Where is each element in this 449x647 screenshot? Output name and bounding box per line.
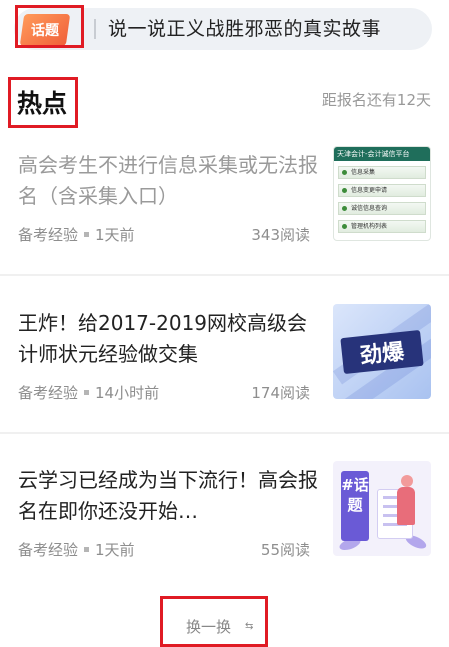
article-headline[interactable]: 高会考生不进行信息采集或无法报名（含采集入口） <box>18 150 318 212</box>
meta-dot <box>84 232 90 237</box>
topic-bar: 话题 说一说正义战胜邪恶的真实故事 <box>0 0 449 64</box>
meta-dot <box>84 390 90 395</box>
article-reads: 55阅读 <box>260 541 310 559</box>
thumb-portal-row: 管理机构列表 <box>338 220 426 233</box>
thumb-portal-row: 诚信信息查询 <box>338 202 426 215</box>
article-time: 1天前 <box>95 226 135 244</box>
article-reads: 174阅读 <box>251 384 310 402</box>
divider <box>0 274 449 276</box>
hot-section-title: 热点 <box>17 89 68 118</box>
article-time: 14小时前 <box>95 384 160 402</box>
article-time: 1天前 <box>95 541 135 559</box>
thumb-portal-row: 信息变更申请 <box>338 184 426 197</box>
thumb-portal-row: 信息采集 <box>338 166 426 179</box>
refresh-bar: 换一换 ⇆ <box>0 588 449 647</box>
divider <box>0 432 449 434</box>
refresh-label: 换一换 <box>186 618 232 636</box>
registration-countdown: 距报名还有12天 <box>321 91 431 109</box>
article-category: 备考经验 <box>18 226 79 244</box>
refresh-button[interactable]: 换一换 ⇆ <box>186 616 253 637</box>
meta-dot <box>84 547 90 552</box>
article-item[interactable]: 云学习已经成为当下流行！高会报名在即你还没开始… 备考经验 1天前 55阅读 #… <box>0 455 449 610</box>
article-meta: 备考经验 14小时前 174阅读 <box>18 382 310 403</box>
topic-separator <box>94 19 96 39</box>
article-headline[interactable]: 王炸！给2017-2019网校高级会计师状元经验做交集 <box>18 308 318 370</box>
topic-badge-label: 话题 <box>31 23 59 39</box>
refresh-icon: ⇆ <box>245 621 254 632</box>
article-thumbnail[interactable]: 天津会计-会计诚信平台 信息采集 信息变更申请 诚信信息查询 管理机构列表 <box>333 146 431 241</box>
article-meta: 备考经验 1天前 55阅读 <box>18 539 310 560</box>
article-meta: 备考经验 1天前 343阅读 <box>18 224 310 245</box>
thumb-topic-card: #话题 <box>341 471 369 541</box>
topic-badge: 话题 <box>19 14 71 46</box>
thumb-portal-header: 天津会计-会计诚信平台 <box>334 147 430 161</box>
article-item[interactable]: 王炸！给2017-2019网校高级会计师状元经验做交集 备考经验 14小时前 1… <box>0 298 449 453</box>
topic-text[interactable]: 说一说正义战胜邪恶的真实故事 <box>108 14 381 41</box>
article-item[interactable]: 高会考生不进行信息采集或无法报名（含采集入口） 备考经验 1天前 343阅读 天… <box>0 140 449 295</box>
article-category: 备考经验 <box>18 384 79 402</box>
article-category: 备考经验 <box>18 541 79 559</box>
article-thumbnail[interactable]: #话题 <box>333 461 431 556</box>
article-thumbnail[interactable]: 劲爆 <box>333 304 431 399</box>
thumb-person-head <box>401 475 413 487</box>
thumb-person-body <box>397 487 415 525</box>
article-reads: 343阅读 <box>251 226 310 244</box>
article-headline[interactable]: 云学习已经成为当下流行！高会报名在即你还没开始… <box>18 465 318 527</box>
